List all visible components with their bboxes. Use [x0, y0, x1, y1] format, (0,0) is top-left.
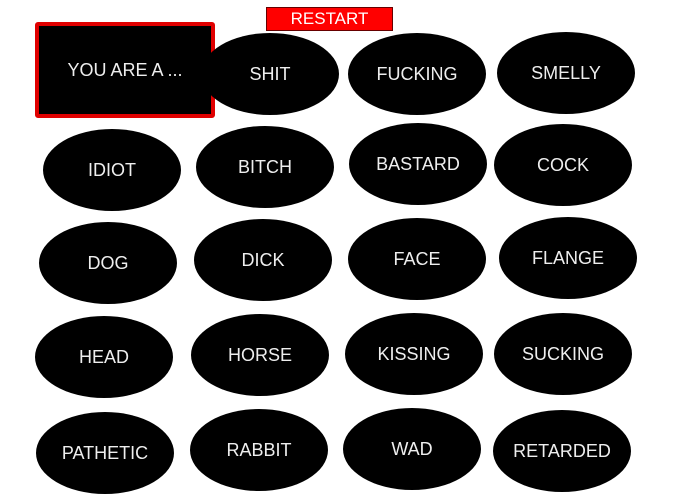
word-button-face[interactable]: FACE: [348, 218, 486, 300]
restart-button[interactable]: RESTART: [266, 7, 393, 31]
word-button-cock[interactable]: COCK: [494, 124, 632, 206]
word-button-idiot[interactable]: IDIOT: [43, 129, 181, 211]
word-button-smelly[interactable]: SMELLY: [497, 32, 635, 114]
word-button-retarded[interactable]: RETARDED: [493, 410, 631, 492]
word-button-kissing[interactable]: KISSING: [345, 313, 483, 395]
word-button-rabbit[interactable]: RABBIT: [190, 409, 328, 491]
word-button-shit[interactable]: SHIT: [201, 33, 339, 115]
word-button-flange[interactable]: FLANGE: [499, 217, 637, 299]
word-button-fucking[interactable]: FUCKING: [348, 33, 486, 115]
word-button-pathetic[interactable]: PATHETIC: [36, 412, 174, 494]
word-button-bitch[interactable]: BITCH: [196, 126, 334, 208]
word-button-dog[interactable]: DOG: [39, 222, 177, 304]
word-button-bastard[interactable]: BASTARD: [349, 123, 487, 205]
word-button-wad[interactable]: WAD: [343, 408, 481, 490]
word-button-dick[interactable]: DICK: [194, 219, 332, 301]
word-button-horse[interactable]: HORSE: [191, 314, 329, 396]
sentence-display: YOU ARE A ...: [35, 22, 215, 118]
word-button-head[interactable]: HEAD: [35, 316, 173, 398]
word-button-sucking[interactable]: SUCKING: [494, 313, 632, 395]
